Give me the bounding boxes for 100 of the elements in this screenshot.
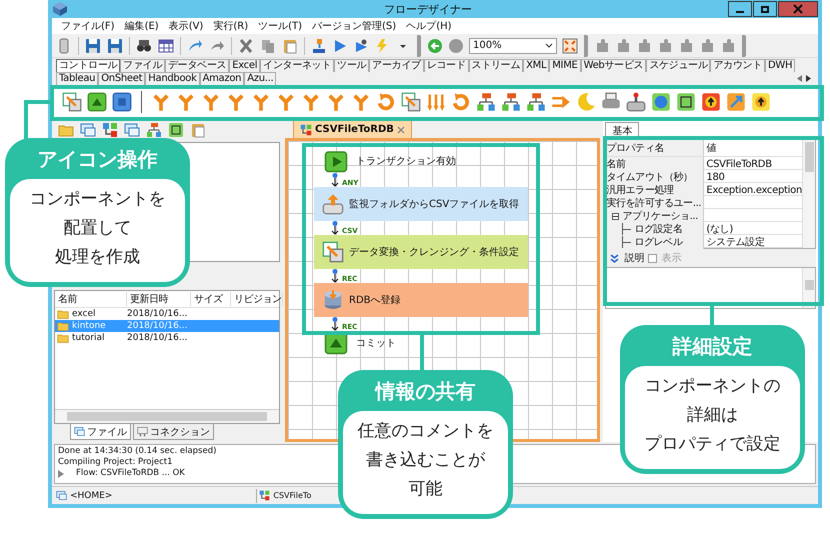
close-button[interactable] [778,1,818,17]
component-tab[interactable]: コントロール [56,59,120,72]
window-icon[interactable] [80,122,96,138]
build-icon[interactable] [311,38,327,54]
component-tab[interactable]: OnSheet [98,72,146,85]
window-icon[interactable] [124,122,140,138]
collapse-icon[interactable] [612,212,620,220]
stop-icon[interactable] [112,92,132,112]
panel-tab[interactable]: ファイル [70,424,131,440]
calendar-icon[interactable] [158,38,174,54]
fork-arrow-icon[interactable] [226,92,246,112]
fork-arrow-icon[interactable] [201,92,221,112]
component-tab[interactable]: Tableau [56,72,98,85]
table-arrow-icon[interactable] [322,241,344,263]
property-value[interactable]: (なし) [704,222,802,236]
start-icon[interactable] [87,92,107,112]
save-icon[interactable] [85,38,101,54]
menu-item[interactable]: 実行(R) [208,19,254,33]
play-icon[interactable] [324,149,348,173]
fork-arrow-icon[interactable] [151,92,171,112]
step-band[interactable]: 監視フォルダからCSVファイルを取得 [314,187,528,221]
column-header[interactable]: 名前 [55,292,127,306]
column-header[interactable]: サイズ [191,292,231,306]
component-tab[interactable]: データベース [165,59,230,72]
paste-icon[interactable] [282,38,298,54]
tile-icon[interactable] [676,92,696,112]
panel-tab[interactable]: コネクション [133,424,214,440]
menu-item[interactable]: ヘルプ(H) [401,19,457,33]
zoom-dropdown[interactable]: 100% [469,38,557,54]
debug-icon[interactable] [353,38,369,54]
component-tab[interactable]: レコード [424,59,469,72]
menu-item[interactable]: 表示(V) [164,19,208,33]
component-tab[interactable]: インターネット [260,59,334,72]
component-tab[interactable]: ツール [334,59,370,72]
fork-arrow-icon[interactable] [276,92,296,112]
joystick-icon[interactable] [626,92,646,112]
document-tab[interactable]: CSVFileToRDB [293,120,412,138]
property-value[interactable]: Exception.exception [704,183,802,197]
loop-icon[interactable] [376,92,396,112]
curved-arrow-icon[interactable] [187,38,203,54]
file-row[interactable]: tutorial 2018/10/16... [55,332,279,344]
vertical-scrollbar[interactable] [802,140,815,248]
table-arrow-icon[interactable] [401,92,421,112]
component-tab[interactable]: ストリーム [468,59,524,72]
fork-arrow-icon[interactable] [251,92,271,112]
column-header[interactable]: リビジョン [231,292,283,306]
component-tab[interactable]: Webサービス [580,59,646,72]
component-tab[interactable]: Amazon [200,72,244,85]
network-icon[interactable] [476,92,496,112]
component-tab[interactable]: Handbook [145,72,200,85]
property-value[interactable]: 180 [704,170,802,184]
component-tab[interactable]: Azu... [244,72,276,85]
fork-arrow-icon[interactable] [351,92,371,112]
component-tab[interactable]: スケジュール [646,59,710,72]
run-icon[interactable] [332,38,348,54]
description-field[interactable] [605,267,816,309]
double-chevron-icon[interactable] [609,252,620,264]
circle-icon[interactable] [448,38,464,54]
scroll-right-icon[interactable] [805,74,812,83]
component-tab[interactable]: アーカイブ [369,59,424,72]
maximize-button[interactable] [753,1,777,17]
back-icon[interactable] [427,38,443,54]
network-icon[interactable] [501,92,521,112]
step-band[interactable]: データ変換・クレンジング・条件設定 [314,235,528,269]
minimize-button[interactable] [728,1,752,17]
menu-item[interactable]: 編集(E) [120,19,164,33]
property-value[interactable]: CSVFileToRDB [704,157,802,171]
fit-screen-icon[interactable] [562,38,578,54]
copy-icon[interactable] [260,38,276,54]
box-icon[interactable] [168,122,184,138]
binoculars-icon[interactable] [136,38,152,54]
component-tab[interactable]: MIME [549,59,581,72]
step-band[interactable]: RDBへ登録 [314,283,528,317]
save-all-icon[interactable] [107,38,123,54]
component-tab[interactable]: アカウント [710,59,765,72]
scroll-left-icon[interactable] [796,74,803,83]
column-header[interactable]: 更新日時 [127,292,191,306]
network-icon[interactable] [526,92,546,112]
network-icon[interactable] [146,122,162,138]
component-tab[interactable]: Excel [229,59,260,72]
down-arrows-icon[interactable] [426,92,446,112]
file-row[interactable]: excel 2018/10/16... [55,308,279,320]
menu-item[interactable]: バージョン管理(S) [307,19,402,33]
component-tab[interactable]: XML [523,59,550,72]
fork-arrow-icon[interactable] [301,92,321,112]
close-icon[interactable] [396,126,405,134]
property-value[interactable]: システム設定 [704,235,802,249]
globe-icon[interactable] [651,92,671,112]
upload-icon[interactable] [701,92,721,112]
menu-item[interactable]: ファイル(F) [56,19,120,33]
fork-arrow-icon[interactable] [326,92,346,112]
upload-icon[interactable] [751,92,771,112]
fork-arrow-icon[interactable] [176,92,196,112]
menu-item[interactable]: ツール(T) [253,19,308,33]
component-tab[interactable]: ファイル [120,59,166,72]
horizontal-scrollbar[interactable] [55,409,279,423]
cut-icon[interactable] [238,38,254,54]
flow-icon[interactable] [102,122,118,138]
component-tab[interactable]: DWH [764,59,796,72]
loop-icon[interactable] [451,92,471,112]
